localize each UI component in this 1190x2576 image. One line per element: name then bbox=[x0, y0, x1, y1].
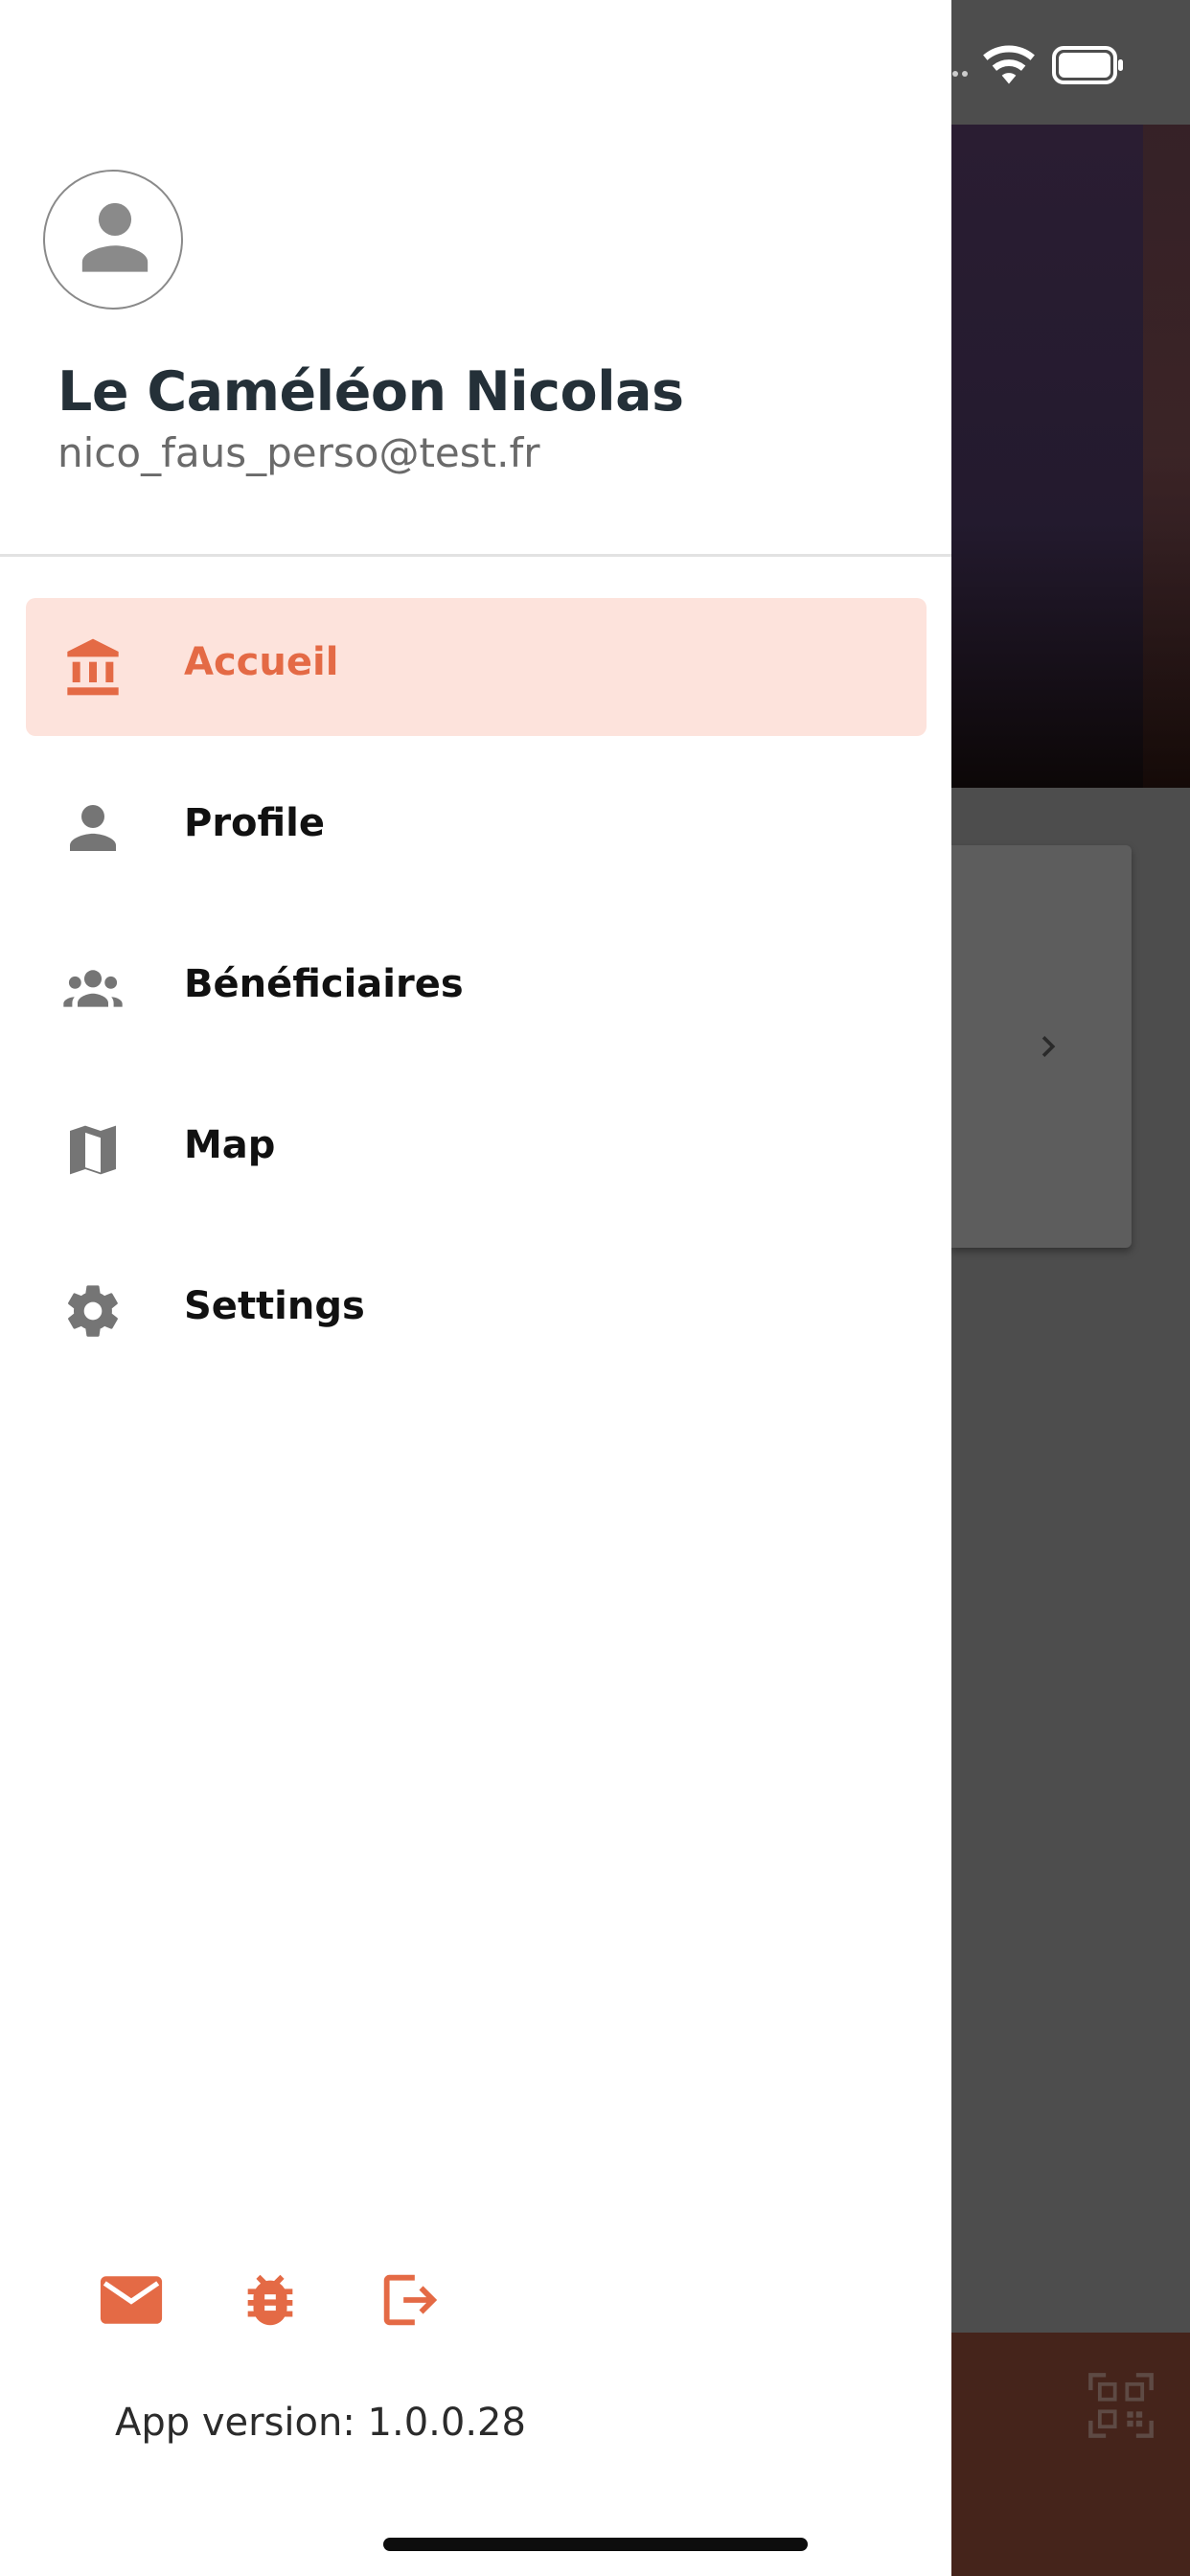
user-name: Le Caméléon Nicolas bbox=[57, 360, 684, 424]
group-icon bbox=[63, 970, 123, 1007]
signal-dots-icon bbox=[952, 71, 968, 77]
nav-item-label: Profile bbox=[184, 801, 326, 845]
banner-edge bbox=[1143, 125, 1190, 788]
home-indicator[interactable] bbox=[383, 2538, 808, 2551]
nav-item-accueil[interactable]: Accueil bbox=[26, 598, 927, 736]
qr-code-icon bbox=[1088, 2373, 1154, 2438]
battery-icon bbox=[1052, 46, 1123, 84]
nav-item-beneficiaires[interactable]: Bénéficiaires bbox=[26, 920, 927, 1058]
bank-icon bbox=[67, 638, 119, 696]
avatar[interactable] bbox=[43, 170, 183, 310]
header-divider bbox=[0, 554, 951, 557]
nav-item-profile[interactable]: Profile bbox=[26, 759, 927, 897]
nav-item-label: Map bbox=[184, 1123, 276, 1167]
app-version: App version: 1.0.0.28 bbox=[115, 2401, 526, 2445]
person-icon bbox=[70, 805, 116, 851]
logout-icon[interactable] bbox=[376, 2266, 443, 2334]
user-email: nico_faus_perso@test.fr bbox=[57, 429, 540, 476]
nav-item-label: Accueil bbox=[184, 640, 339, 684]
navigation-drawer: Le Caméléon Nicolas nico_faus_perso@test… bbox=[0, 0, 951, 2576]
nav-item-label: Bénéficiaires bbox=[184, 962, 464, 1006]
bug-icon[interactable] bbox=[237, 2266, 304, 2334]
background-banner bbox=[951, 125, 1190, 788]
map-icon bbox=[70, 1125, 116, 1175]
gear-icon bbox=[68, 1285, 118, 1337]
mail-icon[interactable] bbox=[98, 2266, 165, 2334]
status-bar bbox=[951, 0, 1190, 125]
wifi-icon bbox=[983, 45, 1035, 84]
chevron-right-icon bbox=[1041, 1036, 1056, 1057]
person-icon bbox=[81, 202, 149, 272]
nav-item-label: Settings bbox=[184, 1284, 365, 1328]
nav-item-map[interactable]: Map bbox=[26, 1081, 927, 1219]
nav-item-settings[interactable]: Settings bbox=[26, 1242, 927, 1380]
